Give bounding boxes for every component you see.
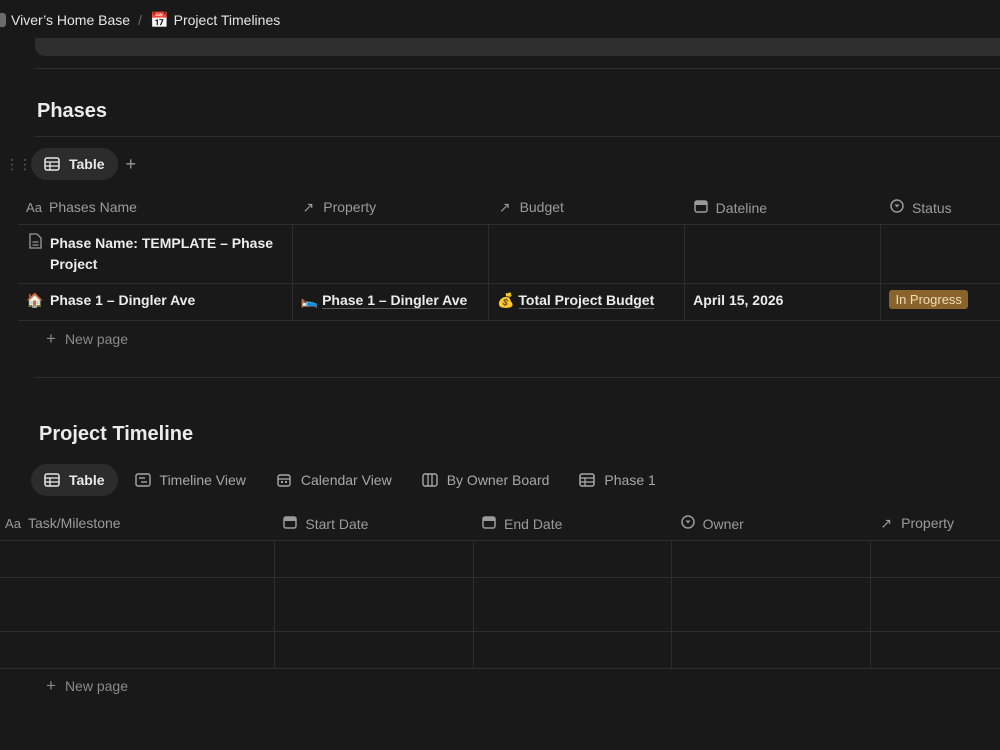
plus-icon: + [46,676,56,695]
column-header-start-date[interactable]: Start Date [274,506,473,541]
cell-phase-name[interactable]: Phase Name: TEMPLATE – Phase Project [18,224,293,284]
cell-budget[interactable] [488,224,686,284]
calendar-icon [276,472,292,488]
column-header-status[interactable]: Status [881,190,1000,225]
text-type-icon: Aa [26,200,42,215]
tab-by-owner-board[interactable]: By Owner Board [409,464,563,496]
divider [35,136,1000,137]
table-row[interactable] [0,631,1000,669]
plus-icon: + [46,329,56,348]
column-header-owner[interactable]: Owner [672,506,871,541]
table-icon [44,156,60,172]
calendar-emoji-icon: 📅 [149,12,169,29]
status-icon [889,198,905,216]
relation-arrow-icon: ↗ [498,198,511,215]
column-header-task-milestone[interactable]: Aa Task/Milestone [0,506,274,541]
column-header-budget[interactable]: ↗ Budget [489,190,685,225]
cell-dateline[interactable]: April 15, 2026 [684,283,882,321]
table-row[interactable]: Phase Name: TEMPLATE – Phase Project [18,224,1000,284]
tab-table[interactable]: Table [31,464,118,496]
phases-table: Aa Phases Name ↗ Property ↗ Budget Dateline… [18,190,1000,321]
divider [35,68,1000,69]
timeline-table: Aa Task/Milestone Start Date End Date Own… [0,506,1000,669]
page-icon [26,233,44,252]
timeline-view-tabs: Table Timeline View Calendar View By Own… [31,464,673,496]
cell-budget[interactable]: 💰 Total Project Budget [488,283,686,321]
table-row[interactable] [0,540,1000,578]
table-row[interactable]: 🏠 Phase 1 – Dingler Ave 🛌 Phase 1 – Ding… [18,283,1000,321]
text-type-icon: Aa [5,516,21,531]
column-header-phases-name[interactable]: Aa Phases Name [18,190,292,225]
add-view-button[interactable]: + [126,154,137,175]
project-timeline-heading: Project Timeline [39,423,194,445]
tab-timeline-view[interactable]: Timeline View [122,464,259,496]
tab-label: Table [69,156,105,172]
money-bag-emoji-icon: 💰 [497,292,515,308]
new-page-button[interactable]: + New page [46,676,128,696]
divider [35,377,1000,378]
table-icon [44,472,60,488]
cell-status[interactable]: In Progress [880,283,1000,321]
board-icon [422,472,438,488]
column-header-dateline[interactable]: Dateline [685,190,881,225]
tab-table[interactable]: Table [31,148,118,180]
budget-relation-link[interactable]: Total Project Budget [518,292,654,308]
cell-phase-name[interactable]: 🏠 Phase 1 – Dingler Ave [18,283,293,321]
status-icon [680,514,696,532]
relation-arrow-icon: ↗ [880,514,892,531]
column-header-property[interactable]: ↗ Property [870,506,1000,541]
cell-status[interactable] [880,224,1000,284]
breadcrumb-separator: / [138,12,142,28]
column-header-end-date[interactable]: End Date [473,506,672,541]
breadcrumb-workspace[interactable]: Viver’s Home Base [11,12,130,28]
phases-view-tabs: Table + [31,148,136,180]
cell-dateline[interactable] [684,224,882,284]
workspace-icon [0,13,6,27]
callout-block-bottom [35,38,1000,56]
column-header-property[interactable]: ↗ Property [292,190,488,225]
house-emoji-icon: 🏠 [26,292,44,308]
breadcrumb-page[interactable]: Project Timelines [174,12,281,28]
new-page-button[interactable]: + New page [46,329,128,349]
calendar-icon [481,515,497,532]
drag-handle-icon[interactable]: ⋮⋮ [5,156,32,173]
table-icon [579,472,596,488]
tab-phase-1[interactable]: Phase 1 [566,464,668,496]
breadcrumb: Viver’s Home Base / 📅 Project Timelines [0,10,280,30]
bed-emoji-icon: 🛌 [300,292,319,308]
relation-arrow-icon: ↗ [302,198,315,215]
cell-property[interactable] [292,224,490,284]
table-row[interactable] [0,577,1000,632]
tab-calendar-view[interactable]: Calendar View [263,464,405,496]
phases-heading: Phases [37,100,108,122]
calendar-icon [282,515,298,532]
status-badge: In Progress [889,290,968,309]
timeline-icon [134,472,151,488]
cell-property[interactable]: 🛌 Phase 1 – Dingler Ave [292,283,490,321]
calendar-icon [693,199,709,216]
property-relation-link[interactable]: Phase 1 – Dingler Ave [322,292,467,308]
